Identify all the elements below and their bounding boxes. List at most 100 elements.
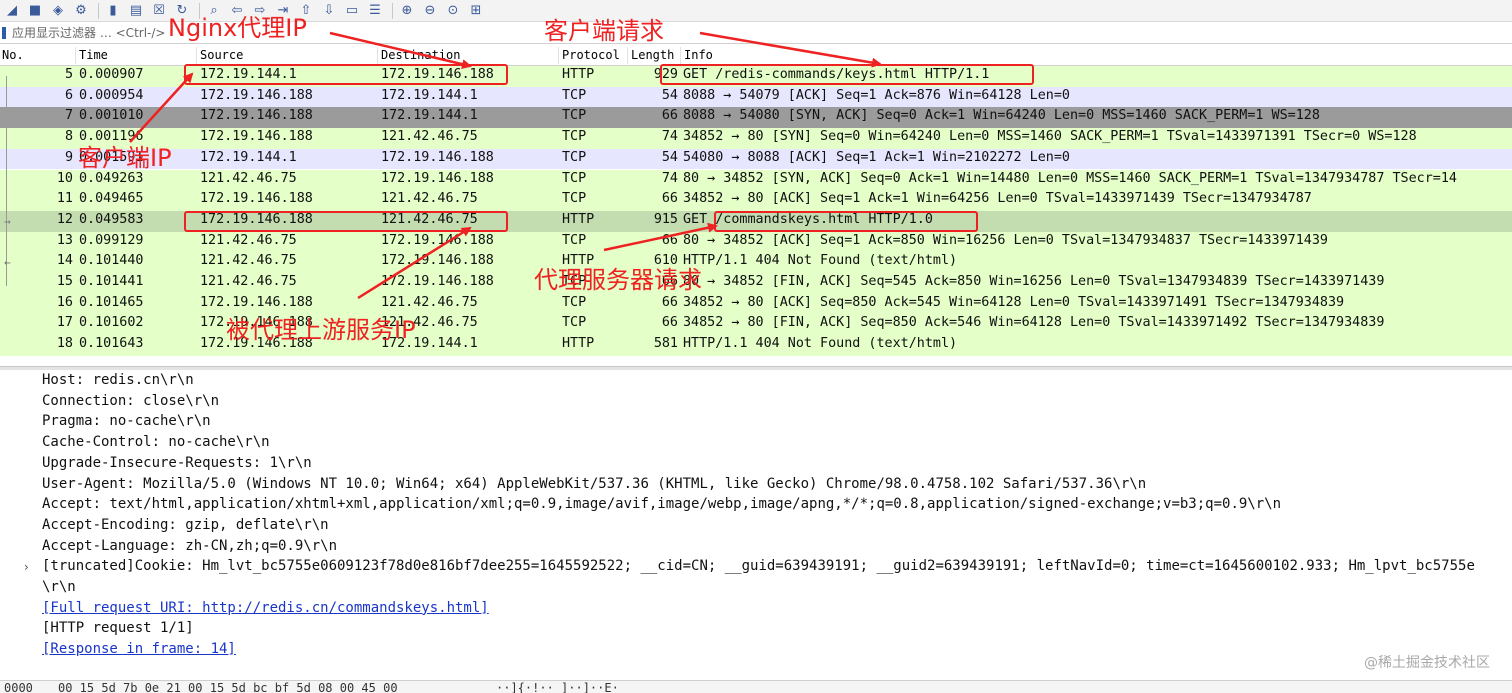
column-separator xyxy=(377,47,378,64)
cell-info: 54080 → 8088 [ACK] Seq=1 Ack=1 Win=21022… xyxy=(683,149,1070,165)
cell-destination: 121.42.46.75 xyxy=(381,191,478,207)
col-time[interactable]: Time xyxy=(79,48,108,62)
cell-source: 121.42.46.75 xyxy=(200,253,297,269)
cell-no: 18 xyxy=(56,336,73,352)
expand-chevron-icon[interactable]: › xyxy=(24,560,29,574)
cell-length: 66 xyxy=(661,191,678,207)
table-row[interactable]: 15 0.101441 121.42.46.75 172.19.146.188 TCP 6… xyxy=(0,273,1512,294)
cell-protocol: TCP xyxy=(562,129,587,145)
cell-destination: 172.19.146.188 xyxy=(381,253,494,269)
zoom-reset-icon[interactable]: ⊙ xyxy=(443,1,463,21)
cell-protocol: TCP xyxy=(562,232,587,248)
cell-info: 80 → 34852 [SYN, ACK] Seq=0 Ack=1 Win=14… xyxy=(683,170,1457,186)
cell-info: HTTP/1.1 404 Not Found (text/html) xyxy=(683,336,958,352)
zoom-out-icon[interactable]: ⊖ xyxy=(420,1,440,21)
display-filter-input[interactable]: 应用显示过滤器 … <Ctrl-/> xyxy=(12,24,165,41)
annotation-upstream-ip: 被代理上游服务IP xyxy=(226,316,416,344)
autoscroll-icon[interactable]: ▭ xyxy=(342,1,362,21)
cell-time: 0.049465 xyxy=(79,191,144,207)
cell-info: HTTP/1.1 404 Not Found (text/html) xyxy=(683,253,958,269)
table-row[interactable]: 11 0.049465 172.19.146.188 121.42.46.75 TCP 6… xyxy=(0,190,1512,211)
nginx-row-highlight-box xyxy=(184,64,508,85)
shark-fin-start-icon[interactable]: ◢ xyxy=(2,1,22,21)
annotation-client-request: 客户端请求 xyxy=(544,17,664,45)
cell-source: 172.19.144.1 xyxy=(200,149,297,165)
proxy-request-highlight-box xyxy=(714,211,978,232)
table-row[interactable]: 9 0.001591 172.19.144.1 172.19.146.188 TCP 54… xyxy=(0,148,1512,170)
annotation-nginx-ip: Nginx代理IP xyxy=(168,14,307,42)
watermark-text: @稀土掘金技术社区 xyxy=(1364,655,1490,671)
close-file-icon[interactable]: ☒ xyxy=(149,1,169,21)
cell-time: 0.000954 xyxy=(79,87,144,103)
colorize-icon[interactable]: ☰ xyxy=(365,1,385,21)
bytes-ascii: ··]{·!·· ]··]··E· xyxy=(496,681,619,693)
packet-bytes-pane[interactable]: 0000 00 15 5d 7b 0e 21 00 15 5d bc bf 5d… xyxy=(0,680,1512,693)
packet-list-header: No. Time Source Destination Protocol Len… xyxy=(0,45,1512,66)
col-info[interactable]: Info xyxy=(684,48,713,62)
cell-length: 74 xyxy=(661,129,678,145)
cell-no: 14 xyxy=(56,253,73,269)
resize-columns-icon[interactable]: ⊞ xyxy=(466,1,486,21)
filter-bookmark-icon[interactable] xyxy=(2,26,6,39)
cell-length: 66 xyxy=(661,315,678,331)
detail-line: User-Agent: Mozilla/5.0 (Windows NT 10.0… xyxy=(42,475,1147,492)
cell-no: 7 xyxy=(64,108,73,124)
cell-destination: 121.42.46.75 xyxy=(381,294,478,310)
detail-line: Accept-Encoding: gzip, deflate\r\n xyxy=(42,516,329,533)
cell-no: 6 xyxy=(64,87,73,103)
column-separator xyxy=(680,47,681,64)
save-file-icon[interactable]: ▤ xyxy=(126,1,146,21)
capture-options-icon[interactable]: ⚙ xyxy=(71,1,91,21)
cell-protocol: TCP xyxy=(562,191,587,207)
table-row[interactable]: 14 0.101440 121.42.46.75 172.19.146.188 HTTP… xyxy=(0,252,1512,273)
table-row[interactable]: 10 0.049263 121.42.46.75 172.19.146.188 TCP 7… xyxy=(0,169,1512,191)
detail-line: Pragma: no-cache\r\n xyxy=(42,413,211,430)
cell-destination: 172.19.146.188 xyxy=(381,274,494,289)
col-destination[interactable]: Destination xyxy=(381,48,460,62)
col-source[interactable]: Source xyxy=(200,48,243,62)
toolbar-separator xyxy=(392,2,393,19)
cell-protocol: HTTP xyxy=(562,67,595,82)
packet-details-pane[interactable]: Host: redis.cn\r\n Connection: close\r\n P… xyxy=(0,370,1512,680)
client-request-highlight-box xyxy=(660,64,1034,85)
cell-no: 17 xyxy=(56,315,73,331)
restart-capture-icon[interactable]: ◈ xyxy=(48,1,68,21)
last-packet-icon[interactable]: ⇩ xyxy=(319,1,339,21)
cell-info: 8088 → 54080 [SYN, ACK] Seq=0 Ack=1 Win=… xyxy=(683,108,1320,124)
table-row[interactable]: 8 0.001196 172.19.146.188 121.42.46.75 TCP 74… xyxy=(0,128,1512,149)
proxy-row-highlight-box xyxy=(184,211,508,232)
cell-time: 0.049263 xyxy=(79,170,144,186)
col-length[interactable]: Length xyxy=(631,48,674,62)
open-file-icon[interactable]: ▮ xyxy=(103,1,123,21)
cell-protocol: TCP xyxy=(562,294,587,310)
cell-length: 74 xyxy=(661,170,678,186)
cell-source: 172.19.146.188 xyxy=(200,191,313,207)
cell-time: 0.101602 xyxy=(79,315,144,331)
table-row[interactable]: 6 0.000954 172.19.146.188 172.19.144.1 TCP 54… xyxy=(0,86,1512,108)
detail-link[interactable]: [Response in frame: 14] xyxy=(42,641,236,657)
col-protocol[interactable]: Protocol xyxy=(562,48,620,62)
col-no[interactable]: No. xyxy=(2,48,24,62)
cell-length: 66 xyxy=(661,294,678,310)
cell-protocol: TCP xyxy=(562,170,587,186)
detail-link[interactable]: [Full request URI: http://redis.cn/comma… xyxy=(42,600,489,616)
cell-no: 15 xyxy=(56,274,73,289)
cell-length: 66 xyxy=(661,108,678,124)
cell-time: 0.101643 xyxy=(79,336,144,352)
cell-no: 11 xyxy=(56,191,73,207)
table-row[interactable]: 16 0.101465 172.19.146.188 121.42.46.75 TCP 6… xyxy=(0,293,1512,315)
cell-info: 34852 → 80 [ACK] Seq=850 Ack=545 Win=641… xyxy=(683,294,1345,310)
table-row[interactable]: 13 0.099129 121.42.46.75 172.19.146.188 TCP 6… xyxy=(0,231,1512,253)
bytes-offset: 0000 xyxy=(4,681,33,693)
stop-capture-icon[interactable]: ■ xyxy=(25,1,45,21)
cell-time: 0.001010 xyxy=(79,108,144,124)
detail-line: [truncated]Cookie: Hm_lvt_bc5755e0609123… xyxy=(42,558,1475,575)
cell-destination: 172.19.146.188 xyxy=(381,232,494,248)
cell-protocol: TCP xyxy=(562,315,587,331)
column-separator xyxy=(196,47,197,64)
table-row[interactable]: 7 0.001010 172.19.146.188 172.19.144.1 TCP 66… xyxy=(0,107,1512,129)
cell-source: 172.19.146.188 xyxy=(200,108,313,124)
cell-destination: 172.19.144.1 xyxy=(381,87,478,103)
zoom-in-icon[interactable]: ⊕ xyxy=(397,1,417,21)
cell-no: 12 xyxy=(56,211,73,227)
